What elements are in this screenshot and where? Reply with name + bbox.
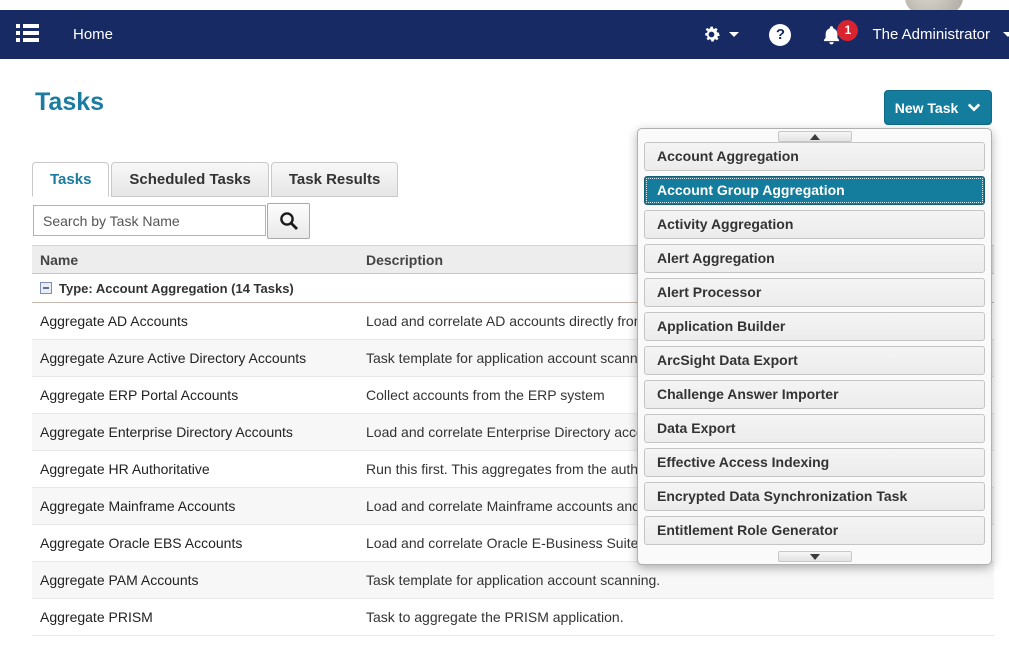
task-description-cell: Task to aggregate the PRISM application. bbox=[358, 609, 994, 625]
task-name-cell: Aggregate Enterprise Directory Accounts bbox=[32, 424, 358, 440]
search-button[interactable] bbox=[267, 203, 310, 239]
help-button[interactable]: ? bbox=[769, 24, 791, 46]
column-header-name[interactable]: Name bbox=[32, 252, 358, 268]
chevron-down-icon bbox=[729, 32, 739, 37]
new-task-label: New Task bbox=[895, 100, 959, 116]
app-window: Home ? 1 The Administrator bbox=[0, 0, 1009, 646]
dropdown-item[interactable]: Effective Access Indexing bbox=[644, 448, 985, 477]
page-title: Tasks bbox=[35, 88, 104, 117]
notifications-button[interactable]: 1 bbox=[821, 24, 842, 46]
collapse-minus-icon bbox=[40, 282, 52, 294]
task-name-cell: Aggregate Oracle EBS Accounts bbox=[32, 535, 358, 551]
chevron-down-icon bbox=[967, 102, 981, 113]
menu-toggle-button[interactable] bbox=[10, 19, 45, 50]
table-row[interactable]: Aggregate PAM Accounts Task template for… bbox=[32, 562, 994, 599]
user-name-label: The Administrator bbox=[872, 26, 990, 43]
dropdown-item[interactable]: Account Aggregation bbox=[644, 142, 985, 171]
scroll-down-indicator[interactable] bbox=[778, 551, 852, 562]
dropdown-item[interactable]: Alert Processor bbox=[644, 278, 985, 307]
search-input[interactable] bbox=[33, 205, 266, 236]
list-menu-icon bbox=[16, 23, 39, 43]
dropdown-item[interactable]: Alert Aggregation bbox=[644, 244, 985, 273]
notification-badge: 1 bbox=[837, 20, 858, 41]
new-task-dropdown: Account Aggregation Account Group Aggrega… bbox=[637, 128, 992, 565]
task-name-cell: Aggregate Azure Active Directory Account… bbox=[32, 350, 358, 366]
scroll-up-indicator[interactable] bbox=[778, 131, 852, 142]
dropdown-item[interactable]: Entitlement Role Generator bbox=[644, 516, 985, 545]
search-icon bbox=[278, 210, 300, 232]
gear-icon bbox=[701, 24, 722, 45]
tab-scheduled-tasks[interactable]: Scheduled Tasks bbox=[111, 162, 268, 197]
task-name-cell: Aggregate ERP Portal Accounts bbox=[32, 387, 358, 403]
task-name-cell: Aggregate AD Accounts bbox=[32, 313, 358, 329]
triangle-up-icon bbox=[810, 134, 820, 140]
dropdown-item[interactable]: Application Builder bbox=[644, 312, 985, 341]
dropdown-item[interactable]: Data Export bbox=[644, 414, 985, 443]
dropdown-item[interactable]: Account Group Aggregation bbox=[644, 176, 985, 205]
dropdown-item[interactable]: Activity Aggregation bbox=[644, 210, 985, 239]
top-navbar: Home ? 1 The Administrator bbox=[0, 10, 1009, 59]
question-mark-icon: ? bbox=[769, 24, 791, 46]
triangle-down-icon bbox=[810, 554, 820, 560]
settings-gear-button[interactable] bbox=[701, 24, 739, 45]
task-name-cell: Aggregate PAM Accounts bbox=[32, 572, 358, 588]
navbar-right-group: ? 1 The Administrator bbox=[701, 24, 1001, 46]
new-task-button[interactable]: New Task bbox=[884, 90, 992, 125]
nav-home-link[interactable]: Home bbox=[73, 26, 113, 43]
search-row bbox=[33, 203, 310, 239]
tab-tasks[interactable]: Tasks bbox=[32, 162, 109, 197]
table-row[interactable]: Aggregate PRISM Task to aggregate the PR… bbox=[32, 599, 994, 636]
task-name-cell: Aggregate Mainframe Accounts bbox=[32, 498, 358, 514]
task-description-cell: Task template for application account sc… bbox=[358, 572, 994, 588]
dropdown-item[interactable]: Challenge Answer Importer bbox=[644, 380, 985, 409]
task-name-cell: Aggregate HR Authoritative bbox=[32, 461, 358, 477]
dropdown-item[interactable]: Encrypted Data Synchronization Task bbox=[644, 482, 985, 511]
tab-bar: TasksScheduled TasksTask Results bbox=[32, 162, 398, 197]
tab-task-results[interactable]: Task Results bbox=[271, 162, 398, 197]
chevron-down-icon bbox=[1003, 32, 1009, 37]
dropdown-items: Account Aggregation Account Group Aggrega… bbox=[644, 142, 985, 545]
task-name-cell: Aggregate PRISM bbox=[32, 609, 358, 625]
dropdown-item[interactable]: ArcSight Data Export bbox=[644, 346, 985, 375]
user-menu-button[interactable]: The Administrator bbox=[872, 26, 1001, 43]
group-header-label: Type: Account Aggregation (14 Tasks) bbox=[59, 281, 294, 296]
